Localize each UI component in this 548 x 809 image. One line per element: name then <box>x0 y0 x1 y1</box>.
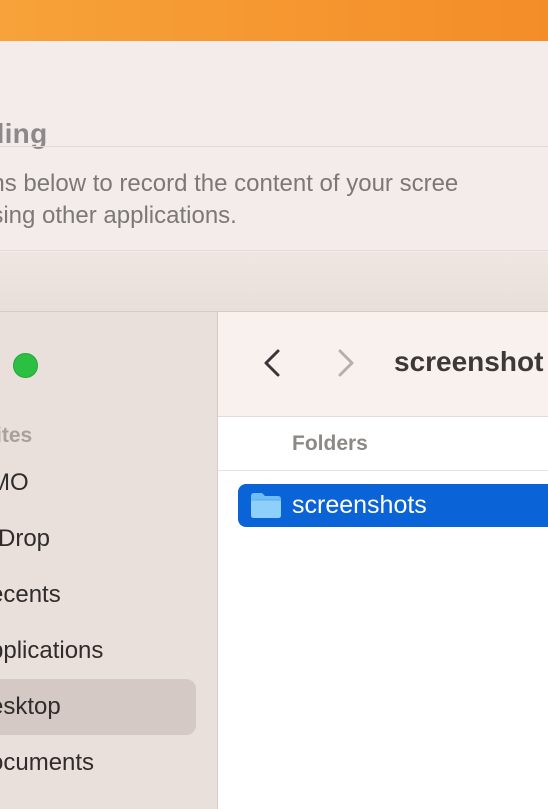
chevron-right-icon <box>338 349 354 377</box>
sidebar-item-label: MO <box>0 469 29 496</box>
list-item[interactable]: screenshots <box>238 484 548 527</box>
sidebar-item-label: esktop <box>0 693 61 720</box>
sidebar-item-applications[interactable]: pplications <box>0 623 196 679</box>
prompt-divider-bottom <box>0 250 548 251</box>
prompt-divider-top <box>0 146 548 147</box>
sidebar-item-demo[interactable]: MO <box>0 455 196 511</box>
current-folder-title: screenshot <box>394 346 544 377</box>
forward-button[interactable] <box>326 345 362 381</box>
column-header-folders[interactable]: Folders <box>218 417 548 471</box>
sidebar-item-airdrop[interactable]: rDrop <box>0 511 196 567</box>
finder-sidebar: ites MO rDrop ecents pplications esktop … <box>0 312 218 809</box>
sidebar-item-desktop[interactable]: esktop <box>0 679 196 735</box>
browser-toolbar: screenshot <box>218 312 548 417</box>
save-dialog: ites MO rDrop ecents pplications esktop … <box>0 311 548 809</box>
top-accent-bar <box>0 0 548 42</box>
sidebar-item-label: rDrop <box>0 525 51 552</box>
prompt-bottom-strip <box>0 252 548 311</box>
chevron-left-icon <box>264 349 280 377</box>
folder-icon <box>251 493 281 518</box>
sidebar-item-documents[interactable]: ocuments <box>0 735 196 791</box>
list-item-label: screenshots <box>292 491 427 519</box>
prompt-description-line1: ons below to record the content of your … <box>0 170 459 197</box>
window-zoom-button[interactable] <box>13 353 38 378</box>
prompt-description: ons below to record the content of your … <box>0 168 548 232</box>
back-button[interactable] <box>256 345 292 381</box>
file-browser-main: screenshot Folders screenshots <box>218 312 548 809</box>
column-header-label: Folders <box>292 432 368 455</box>
sidebar-item-label: ecents <box>0 581 61 608</box>
prompt-description-line2: using other applications. <box>0 202 237 229</box>
sidebar-section-favorites: ites <box>0 424 33 447</box>
sidebar-item-recents[interactable]: ecents <box>0 567 196 623</box>
sidebar-item-label: pplications <box>0 637 104 664</box>
sidebar-item-label: ocuments <box>0 749 95 776</box>
